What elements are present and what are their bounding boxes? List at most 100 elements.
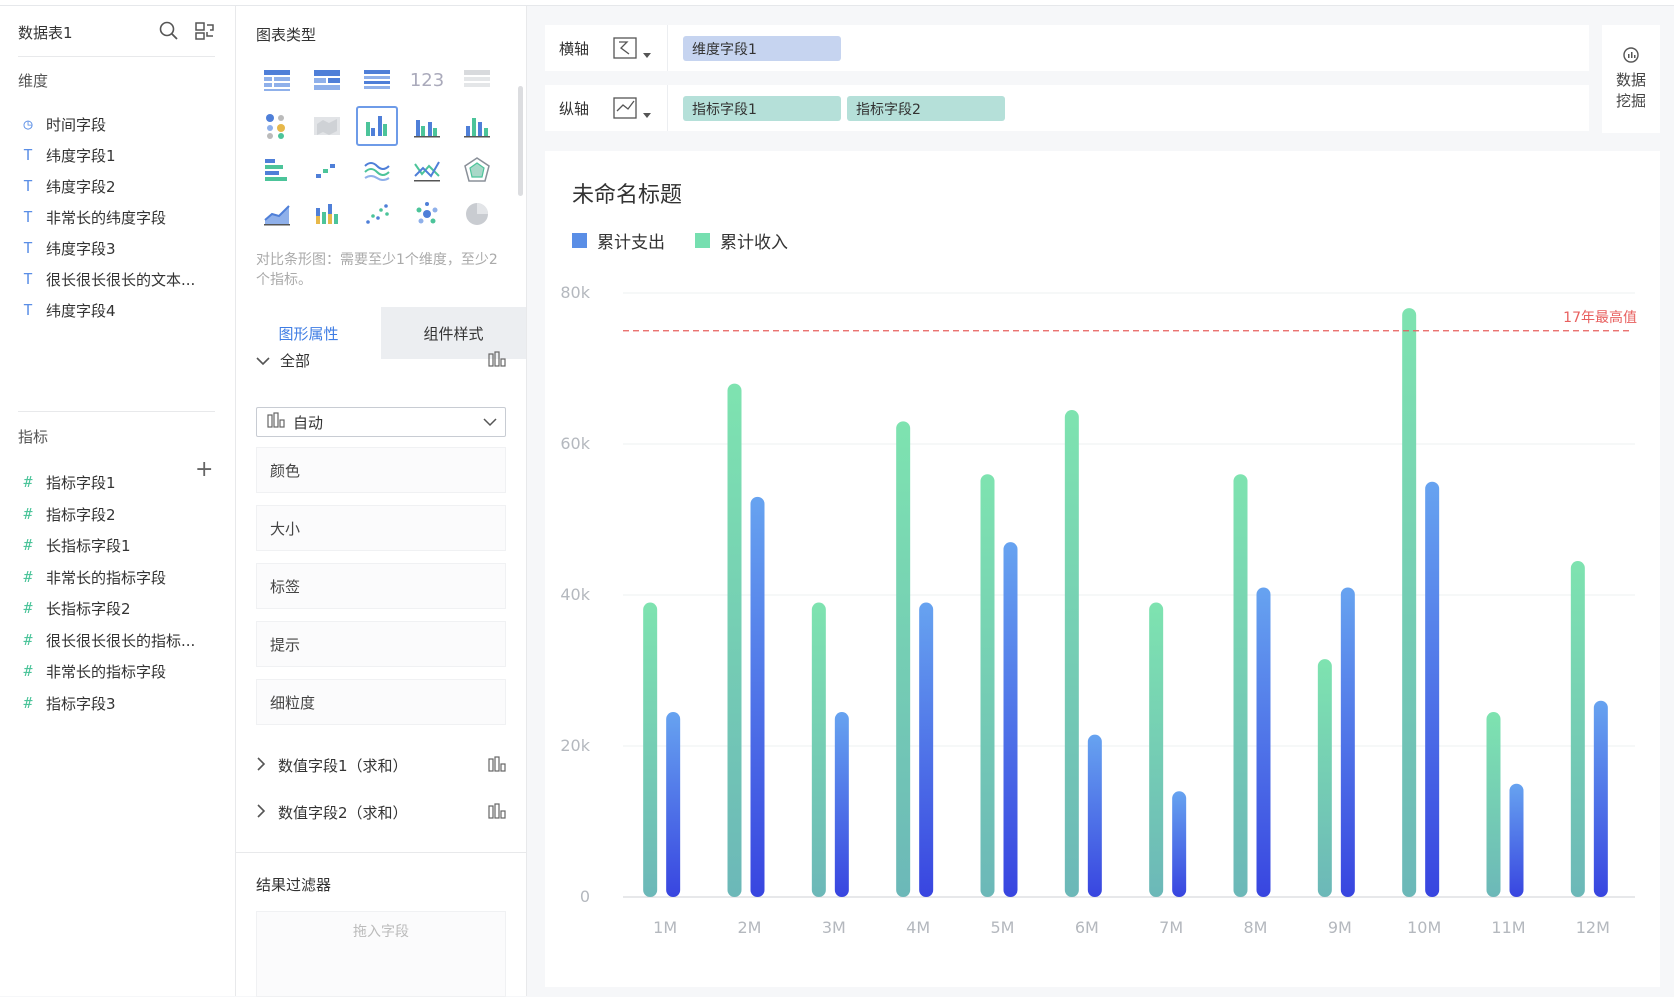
x-tick-label: 9M [1328, 918, 1352, 937]
chevron-right-icon[interactable] [256, 756, 266, 775]
y-tick-label: 60k [560, 434, 590, 453]
bar-type-icon[interactable] [488, 755, 506, 776]
bar-income [1064, 410, 1079, 897]
y-field-2-pill[interactable]: 指标字段2 [847, 96, 1005, 121]
bar-expense [1593, 700, 1608, 897]
metric-field-label: 长指标字段2 [46, 599, 131, 618]
bubble-chart-icon[interactable] [406, 194, 448, 234]
metric-field[interactable]: # 指标字段2 [18, 503, 116, 525]
bar-expense [1172, 791, 1187, 897]
dimension-field[interactable]: T 纬度字段1 [18, 144, 115, 166]
field-panel: 数据表1 维度 ◷ 时间字段 T 纬度字段1 T 纬度字段2 T 非常长的纬度字段 T 纬度字段3… [0, 6, 236, 996]
filter-drop-zone[interactable]: 拖入字段 [256, 911, 506, 997]
bar-chart: 0 20k 40k 60k 80k 1M 2M 3M 4M 5M 6M 7M 8M 9M 10M 11M 12M… [560, 283, 1637, 937]
metric-field[interactable]: # 非常长的指标字段 [18, 660, 166, 682]
config-panel: 图表类型 123 对比条形图：需要至少1个维度，至少2个指标。 图形属性 组件样… [236, 6, 527, 997]
tooltip-property[interactable]: 提示 [256, 621, 506, 667]
radar-chart-icon[interactable] [456, 150, 498, 190]
metric-field[interactable]: # 非常长的指标字段 [18, 566, 166, 588]
bar-type-icon[interactable] [488, 350, 506, 371]
metric-field[interactable]: # 指标字段3 [18, 692, 115, 714]
x-tick-label: 8M [1244, 918, 1268, 937]
chevron-down-icon[interactable] [256, 352, 270, 370]
dimension-field[interactable]: ◷ 时间字段 [18, 113, 106, 135]
x-tick-label: 7M [1159, 918, 1183, 937]
metric-field[interactable]: # 指标字段1 [18, 471, 115, 493]
all-series-row[interactable]: 全部 [256, 350, 506, 371]
y-tick-label: 40k [560, 585, 590, 604]
line-chart-icon[interactable] [406, 150, 448, 190]
dataset-title: 数据表1 [18, 24, 73, 42]
number-type-icon: # [23, 505, 33, 523]
y-axis-label: 纵轴 [559, 100, 590, 118]
bar-income [1570, 561, 1585, 897]
horizontal-bar-icon[interactable] [256, 150, 298, 190]
axis-sort-icon[interactable] [613, 35, 653, 61]
bar-income [1486, 712, 1501, 897]
x-tick-label: 11M [1491, 918, 1525, 937]
chevron-down-icon [483, 413, 497, 431]
dimension-field[interactable]: T 纬度字段4 [18, 299, 115, 321]
bar-income [1149, 602, 1164, 897]
dimension-field[interactable]: T 纬度字段2 [18, 175, 115, 197]
detail-table-icon[interactable] [356, 60, 398, 100]
bar-income [980, 474, 995, 897]
pie-chart-icon[interactable] [456, 194, 498, 234]
scatter-matrix-icon[interactable] [256, 106, 298, 146]
filter-title: 结果过滤器 [256, 876, 332, 894]
metric-field-label: 长指标字段1 [46, 536, 131, 555]
label-property[interactable]: 标签 [256, 563, 506, 609]
chart-type-scrollbar[interactable] [518, 86, 523, 196]
value-field-2-row[interactable]: 数值字段2（求和） [256, 802, 506, 823]
value-field-1-label: 数值字段1（求和） [278, 757, 408, 775]
mark-type-select[interactable]: 自动 [256, 407, 506, 437]
size-property[interactable]: 大小 [256, 505, 506, 551]
bar-expense [750, 496, 765, 897]
step-chart-icon[interactable] [306, 150, 348, 190]
chart-type-hint: 对比条形图：需要至少1个维度，至少2个指标。 [256, 252, 498, 288]
search-icon[interactable] [158, 20, 180, 42]
stacked-bar-icon[interactable] [306, 194, 348, 234]
scatter-chart-icon[interactable] [356, 194, 398, 234]
axis-chart-icon[interactable] [613, 95, 653, 121]
column-chart-icon[interactable] [456, 106, 498, 146]
bar-expense [1425, 481, 1440, 897]
metric-field[interactable]: # 长指标字段2 [18, 597, 131, 619]
data-mining-button[interactable]: 数据 挖掘 [1602, 25, 1660, 133]
grouped-bar-icon[interactable] [406, 106, 448, 146]
bar-type-icon[interactable] [488, 802, 506, 823]
add-metric-icon[interactable]: + [195, 459, 213, 481]
switch-dataset-icon[interactable] [194, 20, 216, 42]
x-tick-label: 6M [1075, 918, 1099, 937]
map-icon[interactable] [306, 106, 348, 146]
multi-line-icon[interactable] [356, 150, 398, 190]
metric-field[interactable]: # 很长很长很长的指标... [18, 629, 195, 651]
disabled-table-icon[interactable] [456, 60, 498, 100]
comparison-bar-icon[interactable] [356, 106, 398, 146]
area-chart-icon[interactable] [256, 194, 298, 234]
table-chart-icon[interactable] [256, 60, 298, 100]
data-mining-label-1: 数据 [1615, 71, 1646, 89]
granularity-property[interactable]: 细粒度 [256, 679, 506, 725]
bar-type-icon [267, 412, 285, 432]
dimension-field[interactable]: T 纬度字段3 [18, 237, 116, 259]
kpi-number-icon[interactable]: 123 [406, 60, 448, 100]
chevron-right-icon[interactable] [256, 803, 266, 822]
text-type-icon: T [23, 270, 33, 288]
value-field-1-row[interactable]: 数值字段1（求和） [256, 755, 506, 776]
y-field-1-pill[interactable]: 指标字段1 [683, 96, 841, 121]
dimension-section-title: 维度 [18, 72, 49, 90]
dimension-field[interactable]: T 非常长的纬度字段 [18, 206, 166, 228]
bar-income [1402, 308, 1417, 898]
dimension-field[interactable]: T 很长很长很长的文本... [18, 268, 195, 290]
dimension-field-label: 纬度字段3 [46, 239, 116, 258]
number-type-icon: # [23, 631, 33, 649]
x-tick-label: 3M [822, 918, 846, 937]
cross-table-icon[interactable] [306, 60, 348, 100]
color-property[interactable]: 颜色 [256, 447, 506, 493]
text-type-icon: T [23, 239, 33, 257]
x-field-pill[interactable]: 维度字段1 [683, 36, 841, 61]
metric-field-label: 指标字段2 [46, 505, 116, 524]
metric-field[interactable]: # 长指标字段1 [18, 534, 131, 556]
y-axis-shelf: 纵轴 指标字段1 指标字段2 [545, 85, 1589, 131]
